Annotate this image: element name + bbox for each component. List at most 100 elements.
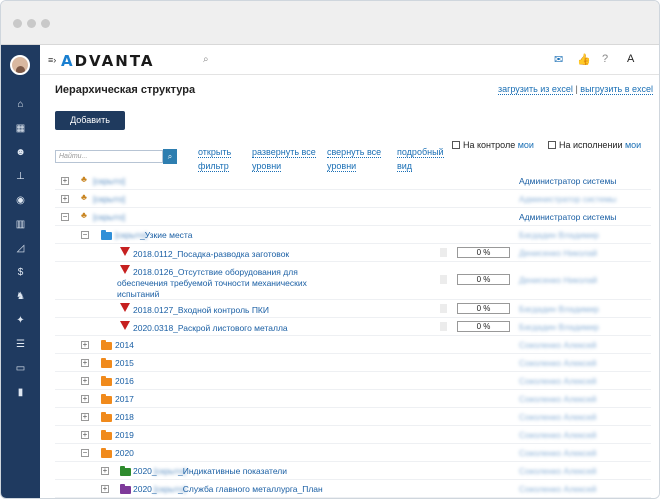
row-label[interactable]: [скрыто] (93, 176, 163, 186)
row-label[interactable]: _Узкие места (140, 230, 192, 240)
expand-toggle[interactable]: + (81, 395, 89, 403)
tree-row[interactable]: 2018.0112_Посадка-разводка заготовок 0 %… (55, 244, 651, 262)
tree-row[interactable]: + 2018 Соколенко Алексей (55, 408, 651, 426)
tree-row[interactable]: 2020.0318_Раскрой листового металла 0 % … (55, 318, 651, 336)
window-icon[interactable]: ▭ (12, 362, 29, 376)
expand-toggle[interactable]: + (81, 377, 89, 385)
open-filter-link[interactable]: открыть фильтр (198, 145, 232, 173)
runner-icon[interactable]: ♞ (12, 290, 29, 304)
expand-toggle[interactable]: + (81, 413, 89, 421)
expand-toggle[interactable]: + (61, 177, 69, 185)
hierarchy-icon[interactable]: ⊥ (12, 170, 29, 184)
tree-row[interactable]: + 2016 Соколенко Алексей (55, 372, 651, 390)
row-label[interactable]: 2020 (115, 448, 134, 458)
row-label-line2[interactable]: обеспечения требуемой точности механичес… (117, 278, 307, 288)
people-icon[interactable]: ☻ (12, 146, 29, 160)
upload-excel-link[interactable]: загрузить из excel (497, 84, 573, 95)
add-button[interactable]: Добавить (55, 111, 125, 130)
tree-row[interactable]: 2018.0126_Отсутствие оборудования для об… (55, 262, 651, 300)
collapse-all-link[interactable]: свернуть все уровни (327, 145, 382, 173)
tree-row[interactable]: 2018.0127_Входной контроль ПКИ 0 % Багда… (55, 300, 651, 318)
tree-row[interactable]: + 2020_ [скрыто] _Индикативные показател… (55, 462, 651, 480)
row-owner[interactable]: Соколенко Алексей (519, 466, 596, 476)
row-label[interactable]: _Индикативные показатели (178, 466, 287, 476)
mail-icon[interactable]: ✉ (554, 53, 563, 66)
tree-row[interactable]: − 2020 Соколенко Алексей (55, 444, 651, 462)
row-label[interactable]: 2018.0127_Входной контроль ПКИ (133, 305, 269, 315)
search-button[interactable]: ⌕ (163, 149, 177, 164)
row-label[interactable]: 2020.0318_Раскрой листового металла (133, 323, 288, 333)
row-owner[interactable]: Соколенко Алексей (519, 430, 596, 440)
bookmark-icon[interactable]: ▮ (12, 386, 29, 400)
tree-row[interactable]: + ♣ [скрыто] Администратор системы (55, 172, 651, 190)
row-label[interactable]: 2015 (115, 358, 134, 368)
collapse-toggle[interactable]: − (81, 231, 89, 239)
flag-icon[interactable] (440, 275, 447, 284)
expand-toggle[interactable]: + (81, 431, 89, 439)
collapse-toggle[interactable]: − (61, 213, 69, 221)
flag-icon[interactable] (440, 322, 447, 331)
expand-toggle[interactable]: + (81, 341, 89, 349)
detailed-view-link[interactable]: подробный вид (397, 145, 444, 173)
row-label[interactable]: 2014 (115, 340, 134, 350)
tree-row[interactable]: + 2019 Соколенко Алексей (55, 426, 651, 444)
on-control-checkbox[interactable] (452, 141, 460, 149)
tree-row[interactable]: + ♣ [скрыто] Администратор системы (55, 190, 651, 208)
row-owner[interactable]: Администратор системы (519, 176, 616, 186)
row-owner[interactable]: Денисенко Николай (519, 248, 597, 258)
search-input[interactable]: Найти... (55, 150, 163, 163)
row-label[interactable]: 2019 (115, 430, 134, 440)
row-owner[interactable]: Соколенко Алексей (519, 358, 596, 368)
row-label[interactable]: 2018.0112_Посадка-разводка заготовок (133, 249, 289, 259)
calendar-icon[interactable]: ▦ (12, 122, 29, 136)
on-execution-mine-link[interactable]: мои (625, 140, 641, 150)
row-label[interactable]: 2016 (115, 376, 134, 386)
row-label[interactable]: 2017 (115, 394, 134, 404)
expand-toggle[interactable]: + (61, 195, 69, 203)
chart-icon[interactable]: ▥ (12, 218, 29, 232)
target-icon[interactable]: ◉ (12, 194, 29, 208)
checklist-icon[interactable]: ☰ (12, 338, 29, 352)
row-owner[interactable]: Соколенко Алексей (519, 376, 596, 386)
expand-all-link[interactable]: развернуть все уровни (252, 145, 316, 173)
expand-toggle[interactable]: + (81, 359, 89, 367)
collapse-toggle[interactable]: − (81, 449, 89, 457)
row-owner[interactable]: Багдадин Владимир (519, 322, 599, 332)
expand-toggle[interactable]: + (101, 485, 109, 493)
flag-icon[interactable] (440, 248, 447, 257)
row-label-line3[interactable]: испытаний (117, 289, 159, 299)
row-owner[interactable]: Соколенко Алексей (519, 340, 596, 350)
row-owner[interactable]: Администратор системы (519, 212, 616, 222)
tree-row[interactable]: − ♣ [скрыто] Администратор системы (55, 208, 651, 226)
tree-row[interactable]: + 2014 Соколенко Алексей (55, 336, 651, 354)
row-label[interactable]: [скрыто] (93, 212, 143, 222)
magic-icon[interactable]: ✦ (12, 314, 29, 328)
avatar[interactable] (10, 55, 30, 75)
row-owner[interactable]: Соколенко Алексей (519, 412, 596, 422)
row-label[interactable]: 2018 (115, 412, 134, 422)
row-owner[interactable]: Денисенко Николай (519, 275, 597, 285)
row-owner[interactable]: Администратор системы (519, 194, 616, 204)
tree-row[interactable]: + 2015 Соколенко Алексей (55, 354, 651, 372)
row-label[interactable]: [скрыто] (93, 194, 143, 204)
tree-row[interactable]: − [скрыто] _Узкие места Багдадин Владими… (55, 226, 651, 244)
flag-icon[interactable] (440, 304, 447, 313)
logo[interactable]: ADVANTA (61, 52, 155, 70)
tree-row[interactable]: + 2017 Соколенко Алексей (55, 390, 651, 408)
expand-toggle[interactable]: + (101, 467, 109, 475)
row-label-line1[interactable]: 2018.0126_Отсутствие оборудования для (133, 267, 298, 277)
help-icon[interactable]: ? (602, 53, 608, 65)
row-owner[interactable]: Багдадин Владимир (519, 304, 599, 314)
download-excel-link[interactable]: выгрузить в excel (580, 84, 653, 95)
font-icon[interactable]: A (627, 53, 634, 65)
menu-icon[interactable]: ≡› (48, 55, 58, 65)
row-owner[interactable]: Багдадин Владимир (519, 230, 599, 240)
on-control-mine-link[interactable]: мои (518, 140, 534, 150)
thumbs-up-icon[interactable]: 👍 (577, 53, 591, 66)
on-execution-checkbox[interactable] (548, 141, 556, 149)
row-owner[interactable]: Соколенко Алексей (519, 394, 596, 404)
row-owner[interactable]: Соколенко Алексей (519, 448, 596, 458)
tree-row[interactable]: + 2020_ [скрыто] _Служба главного металл… (55, 480, 651, 498)
row-label[interactable]: _Служба главного металлурга_План (178, 484, 323, 494)
dollar-icon[interactable]: $ (12, 266, 29, 280)
